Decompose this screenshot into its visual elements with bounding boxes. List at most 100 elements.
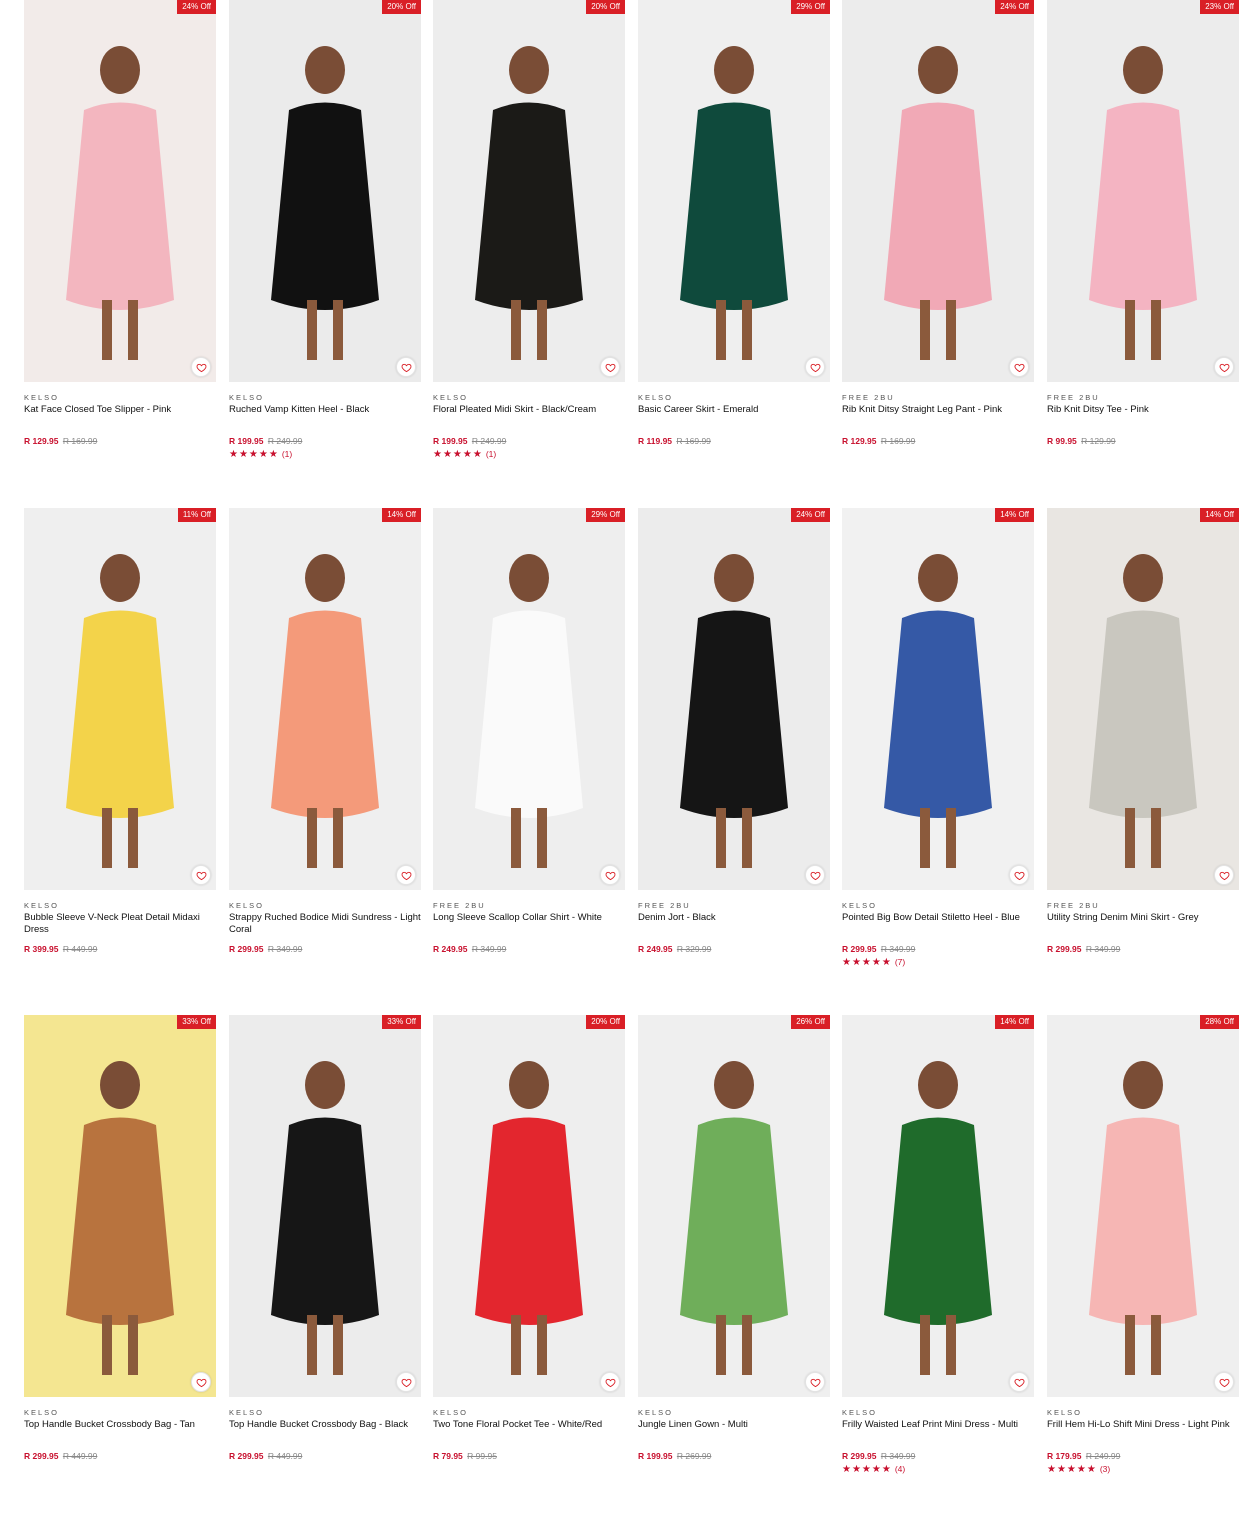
product-name[interactable]: Frilly Waisted Leaf Print Mini Dress - M… (842, 1419, 1034, 1445)
product-name[interactable]: Top Handle Bucket Crossbody Bag - Black (229, 1419, 421, 1445)
discount-badge: 24% Off (177, 0, 216, 14)
product-brand: KELSO (24, 901, 60, 910)
product-name[interactable]: Basic Career Skirt - Emerald (638, 404, 830, 430)
product-photo (1047, 1015, 1239, 1397)
wishlist-button[interactable] (396, 865, 416, 885)
product-image-link[interactable]: 14% Off (1047, 508, 1239, 890)
heart-icon (196, 871, 206, 880)
wishlist-button[interactable] (396, 357, 416, 377)
product-name[interactable]: Rib Knit Ditsy Straight Leg Pant - Pink (842, 404, 1034, 430)
discount-badge: 11% Off (177, 508, 216, 522)
product-image-link[interactable]: 20% Off (433, 0, 625, 382)
product-image-link[interactable]: 14% Off (229, 508, 421, 890)
product-image-link[interactable]: 33% Off (229, 1015, 421, 1397)
product-rating (229, 956, 421, 968)
product-rating (229, 1463, 421, 1475)
sale-price: R 129.95 (24, 436, 59, 446)
discount-badge: 20% Off (586, 0, 625, 14)
wishlist-button[interactable] (1214, 865, 1234, 885)
product-card: 29% Off KELSO Basic Career Skirt - Emera… (638, 0, 830, 460)
product-image-link[interactable]: 14% Off (842, 508, 1034, 890)
product-name[interactable]: Denim Jort - Black (638, 912, 830, 938)
product-name[interactable]: Two Tone Floral Pocket Tee - White/Red (433, 1419, 625, 1445)
wishlist-button[interactable] (600, 357, 620, 377)
original-price: R 449.99 (62, 944, 98, 954)
sale-price: R 299.95 (24, 1451, 59, 1461)
product-name[interactable]: Rib Knit Ditsy Tee - Pink (1047, 404, 1239, 430)
heart-icon (401, 1378, 411, 1387)
discount-badge: 14% Off (1200, 508, 1239, 522)
wishlist-button[interactable] (805, 357, 825, 377)
wishlist-button[interactable] (1009, 1372, 1029, 1392)
product-photo (24, 0, 216, 382)
product-name[interactable]: Jungle Linen Gown - Multi (638, 1419, 830, 1445)
product-image-link[interactable]: 24% Off (24, 0, 216, 382)
product-image-link[interactable]: 26% Off (638, 1015, 830, 1397)
discount-badge: 14% Off (995, 1015, 1034, 1029)
product-card: 24% Off FREE 2BU Denim Jort - Black R 24… (638, 508, 830, 968)
sale-price: R 249.95 (638, 944, 673, 954)
product-image-link[interactable]: 24% Off (638, 508, 830, 890)
heart-icon (1219, 871, 1229, 880)
product-image-link[interactable]: 23% Off (1047, 0, 1239, 382)
heart-icon (1014, 871, 1024, 880)
product-name[interactable]: Floral Pleated Midi Skirt - Black/Cream (433, 404, 625, 430)
wishlist-button[interactable] (396, 1372, 416, 1392)
product-card: 11% Off KELSO Bubble Sleeve V-Neck Pleat… (24, 508, 216, 968)
heart-icon (810, 871, 820, 880)
product-name[interactable]: Strappy Ruched Bodice Midi Sundress - Li… (229, 912, 421, 938)
product-photo (638, 508, 830, 890)
sale-price: R 199.95 (638, 1451, 673, 1461)
product-image-link[interactable]: 20% Off (229, 0, 421, 382)
product-image-link[interactable]: 28% Off (1047, 1015, 1239, 1397)
product-name[interactable]: Utility String Denim Mini Skirt - Grey (1047, 912, 1239, 938)
wishlist-button[interactable] (1009, 865, 1029, 885)
rating-stars: ★★★★★ (842, 1463, 892, 1475)
product-name[interactable]: Kat Face Closed Toe Slipper - Pink (24, 404, 216, 430)
wishlist-button[interactable] (600, 865, 620, 885)
product-rating (24, 956, 216, 968)
product-rating (24, 1463, 216, 1475)
wishlist-button[interactable] (191, 357, 211, 377)
product-grid: 24% Off KELSO Kat Face Closed Toe Slippe… (0, 0, 1250, 1514)
wishlist-button[interactable] (1214, 357, 1234, 377)
product-name[interactable]: Frill Hem Hi-Lo Shift Mini Dress - Light… (1047, 1419, 1239, 1445)
product-rating (638, 956, 830, 968)
product-image-link[interactable]: 11% Off (24, 508, 216, 890)
wishlist-button[interactable] (805, 865, 825, 885)
wishlist-button[interactable] (1009, 357, 1029, 377)
product-image-link[interactable]: 29% Off (433, 508, 625, 890)
product-image-link[interactable]: 33% Off (24, 1015, 216, 1397)
discount-badge: 26% Off (791, 1015, 830, 1029)
product-brand: KELSO (229, 1408, 265, 1417)
product-rating (1047, 448, 1239, 460)
heart-icon (401, 871, 411, 880)
product-name[interactable]: Long Sleeve Scallop Collar Shirt - White (433, 912, 625, 938)
heart-icon (1014, 1378, 1024, 1387)
product-name[interactable]: Top Handle Bucket Crossbody Bag - Tan (24, 1419, 216, 1445)
product-name[interactable]: Bubble Sleeve V-Neck Pleat Detail Midaxi… (24, 912, 216, 938)
discount-badge: 20% Off (382, 0, 421, 14)
product-image-link[interactable]: 20% Off (433, 1015, 625, 1397)
product-name[interactable]: Pointed Big Bow Detail Stiletto Heel - B… (842, 912, 1034, 938)
wishlist-button[interactable] (600, 1372, 620, 1392)
product-photo (433, 1015, 625, 1397)
product-card: 14% Off KELSO Strappy Ruched Bodice Midi… (229, 508, 421, 968)
product-photo (433, 0, 625, 382)
product-name[interactable]: Ruched Vamp Kitten Heel - Black (229, 404, 421, 430)
wishlist-button[interactable] (1214, 1372, 1234, 1392)
rating-stars: ★★★★★ (229, 448, 279, 460)
product-price: R 199.95 R 249.99 (229, 436, 421, 447)
wishlist-button[interactable] (191, 1372, 211, 1392)
product-image-link[interactable]: 14% Off (842, 1015, 1034, 1397)
product-card: 33% Off KELSO Top Handle Bucket Crossbod… (24, 1015, 216, 1475)
wishlist-button[interactable] (805, 1372, 825, 1392)
wishlist-button[interactable] (191, 865, 211, 885)
product-photo (842, 0, 1034, 382)
product-photo (229, 1015, 421, 1397)
product-image-link[interactable]: 29% Off (638, 0, 830, 382)
rating-stars: ★★★★★ (842, 956, 892, 968)
product-image-link[interactable]: 24% Off (842, 0, 1034, 382)
product-card: 14% Off KELSO Pointed Big Bow Detail Sti… (842, 508, 1034, 968)
product-rating (433, 1463, 625, 1475)
